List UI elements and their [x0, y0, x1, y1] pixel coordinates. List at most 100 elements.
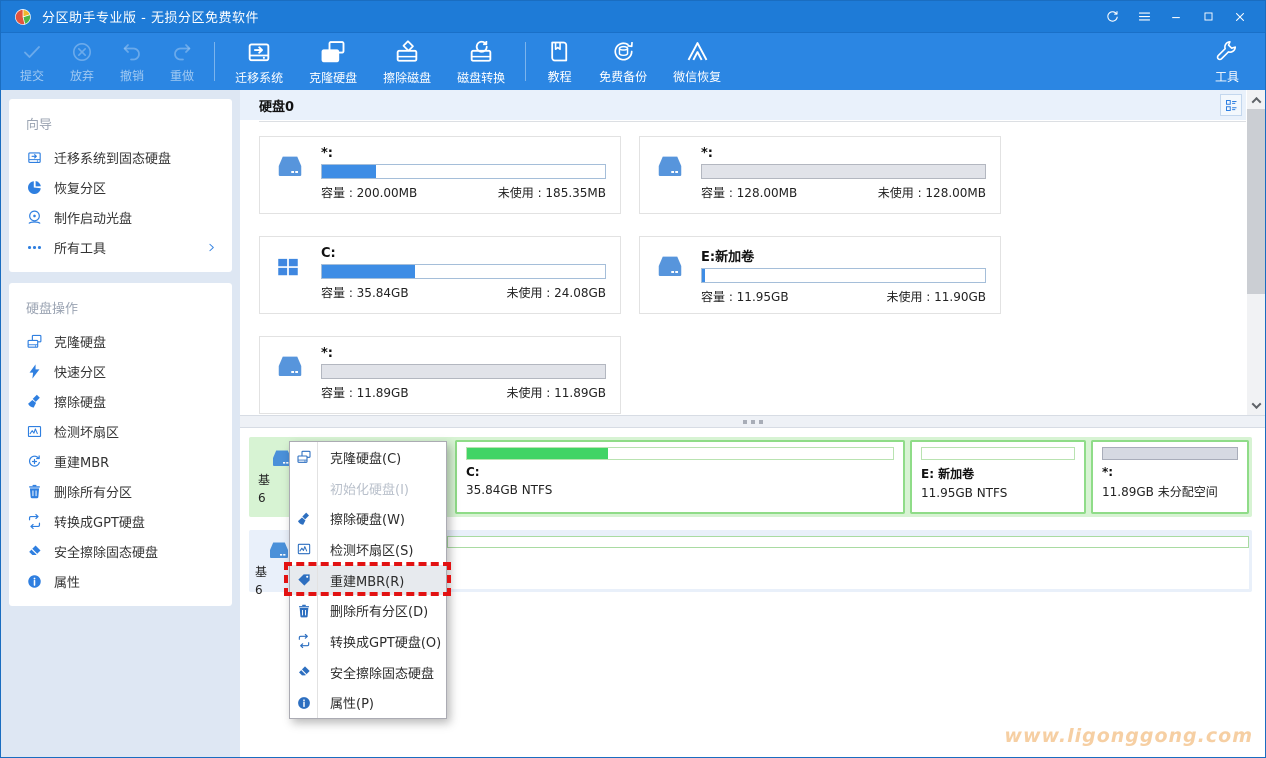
- sidebar-item-clone-disk[interactable]: 克隆硬盘: [9, 326, 232, 356]
- partition-name: *:: [321, 346, 606, 361]
- cancel-circle-icon: [70, 40, 94, 64]
- partition-card[interactable]: E:新加卷 容量 : 11.95GB 未使用 : 11.90GB: [639, 236, 1001, 314]
- vertical-scrollbar[interactable]: [1247, 90, 1265, 415]
- menu-item-secure-erase-ssd[interactable]: 安全擦除固态硬盘: [290, 657, 446, 688]
- migrate-os-button[interactable]: 迁移系统: [222, 33, 296, 90]
- maximize-button[interactable]: [1195, 6, 1221, 28]
- app-logo-icon: [13, 7, 33, 27]
- partition-card[interactable]: *: 容量 : 128.00MB 未使用 : 128.00MB: [639, 136, 1001, 214]
- menu-item-convert-to-gpt[interactable]: 转换成GPT硬盘(O): [290, 626, 446, 657]
- sidebar-item-recover-partition[interactable]: 恢复分区: [9, 172, 232, 202]
- tutorial-button[interactable]: 教程: [533, 33, 586, 90]
- scroll-down-arrow[interactable]: [1247, 397, 1265, 413]
- refresh-icon[interactable]: [1099, 6, 1125, 28]
- toolbar-separator: [525, 42, 526, 81]
- wrench-icon: [1214, 39, 1240, 65]
- sidebar-item-migrate-os-to-ssd[interactable]: 迁移系统到固态硬盘: [9, 142, 232, 172]
- drive-icon: [274, 146, 308, 204]
- info-icon: [26, 573, 43, 590]
- menu-item-initialize-disk[interactable]: 初始化硬盘(I): [290, 473, 446, 504]
- sidebar-item-convert-to-gpt[interactable]: 转换成GPT硬盘: [9, 506, 232, 536]
- book-icon: [546, 38, 573, 65]
- clone-disk-button[interactable]: 克隆硬盘: [296, 33, 370, 90]
- disk-convert-button[interactable]: 磁盘转换: [444, 33, 518, 90]
- unused-value: 未使用 : 128.00MB: [878, 184, 986, 201]
- annotation-highlight-box: [284, 562, 451, 596]
- undo-icon: [120, 40, 144, 64]
- bootable-disc-icon: [26, 209, 43, 226]
- undo-button[interactable]: 撤销: [107, 33, 157, 90]
- disk-header: 硬盘0: [240, 90, 1246, 120]
- partition-block-empty[interactable]: [447, 536, 1249, 589]
- sidebar-item-make-bootable-media[interactable]: 制作启动光盘: [9, 202, 232, 232]
- menu-item-delete-all-partitions[interactable]: 删除所有分区(D): [290, 595, 446, 626]
- menu-item-wipe-disk[interactable]: 擦除硬盘(W): [290, 503, 446, 534]
- ellipsis-icon: [26, 239, 43, 256]
- usage-bar: [1102, 447, 1238, 460]
- info-icon: [290, 688, 317, 719]
- capacity-bar: [321, 164, 606, 179]
- migrate-os-icon: [245, 38, 273, 66]
- pie-chart-icon: [26, 179, 43, 196]
- partition-name: *:: [321, 146, 606, 161]
- sidebar-item-check-bad-sectors[interactable]: 检测坏扇区: [9, 416, 232, 446]
- free-backup-button[interactable]: 免费备份: [586, 33, 660, 90]
- sidebar-item-properties[interactable]: 属性: [9, 566, 232, 596]
- migrate-os-icon: [26, 149, 43, 166]
- section-title-disk-operations: 硬盘操作: [9, 291, 232, 326]
- discard-button[interactable]: 放弃: [57, 33, 107, 90]
- capacity-bar: [321, 364, 606, 379]
- partition-block-e[interactable]: E: 新加卷 11.95GB NTFS: [910, 440, 1086, 514]
- scrollbar-thumb[interactable]: [1247, 109, 1265, 294]
- capacity-value: 容量 : 11.95GB: [701, 288, 789, 305]
- wipe-disk-button[interactable]: 擦除磁盘: [370, 33, 444, 90]
- partition-block-unallocated[interactable]: *: 11.89GB 未分配空间: [1091, 440, 1249, 514]
- redo-icon: [170, 40, 194, 64]
- sidebar-item-quick-partition[interactable]: 快速分区: [9, 356, 232, 386]
- window-title: 分区助手专业版 - 无损分区免费软件: [42, 7, 259, 26]
- rebuild-mbr-icon: [26, 453, 43, 470]
- minimize-button[interactable]: [1163, 6, 1189, 28]
- close-button[interactable]: [1227, 6, 1253, 28]
- usage-bar: [447, 536, 1249, 548]
- capacity-value: 容量 : 35.84GB: [321, 284, 409, 301]
- broom-icon: [290, 503, 317, 534]
- clone-disk-icon: [26, 333, 43, 350]
- tools-button[interactable]: 工具: [1201, 33, 1253, 90]
- menu-item-clone-disk[interactable]: 克隆硬盘(C): [290, 442, 446, 473]
- partition-block-c[interactable]: C: 35.84GB NTFS: [455, 440, 905, 514]
- hamburger-menu-icon[interactable]: [1131, 6, 1157, 28]
- commit-button[interactable]: 提交: [7, 33, 57, 90]
- sidebar-item-wipe-disk[interactable]: 擦除硬盘: [9, 386, 232, 416]
- panel-splitter[interactable]: [240, 415, 1265, 428]
- redo-button[interactable]: 重做: [157, 33, 207, 90]
- capacity-bar: [701, 164, 986, 179]
- sidebar-item-delete-all-partitions[interactable]: 删除所有分区: [9, 476, 232, 506]
- capacity-value: 容量 : 200.00MB: [321, 184, 417, 201]
- partition-card[interactable]: *: 容量 : 11.89GB 未使用 : 11.89GB: [259, 336, 621, 414]
- backup-icon: [610, 38, 637, 65]
- toolbar-separator: [214, 42, 215, 81]
- sidebar-item-all-tools[interactable]: 所有工具: [9, 232, 232, 262]
- capacity-value: 容量 : 128.00MB: [701, 184, 797, 201]
- view-toggle-button[interactable]: [1220, 94, 1242, 116]
- sidebar-item-secure-erase-ssd[interactable]: 安全擦除固态硬盘: [9, 536, 232, 566]
- usage-bar: [921, 447, 1075, 460]
- capacity-bar: [701, 268, 986, 283]
- sidebar-item-rebuild-mbr[interactable]: 重建MBR: [9, 446, 232, 476]
- partition-card[interactable]: C: 容量 : 35.84GB 未使用 : 24.08GB: [259, 236, 621, 314]
- trash-icon: [26, 483, 43, 500]
- toolbar: 提交 放弃 撤销 重做 迁移系统 克隆硬盘 擦除磁盘 磁盘转换 教程 免费备份 …: [1, 33, 1265, 90]
- sidebar: 向导 迁移系统到固态硬盘 恢复分区 制作启动光盘 所有工具 硬盘操作: [1, 90, 240, 757]
- partition-card[interactable]: *: 容量 : 200.00MB 未使用 : 185.35MB: [259, 136, 621, 214]
- menu-item-check-bad-sectors[interactable]: 检测坏扇区(S): [290, 534, 446, 565]
- wechat-recovery-button[interactable]: 微信恢复: [660, 33, 734, 90]
- scroll-up-arrow[interactable]: [1247, 92, 1265, 108]
- partition-name: *:: [701, 146, 986, 161]
- capacity-bar: [321, 264, 606, 279]
- menu-item-properties[interactable]: 属性(P): [290, 688, 446, 719]
- partition-name: E:新加卷: [701, 246, 986, 265]
- surface-test-icon: [290, 534, 317, 565]
- usage-bar: [466, 447, 894, 460]
- titlebar: 分区助手专业版 - 无损分区免费软件: [1, 1, 1265, 33]
